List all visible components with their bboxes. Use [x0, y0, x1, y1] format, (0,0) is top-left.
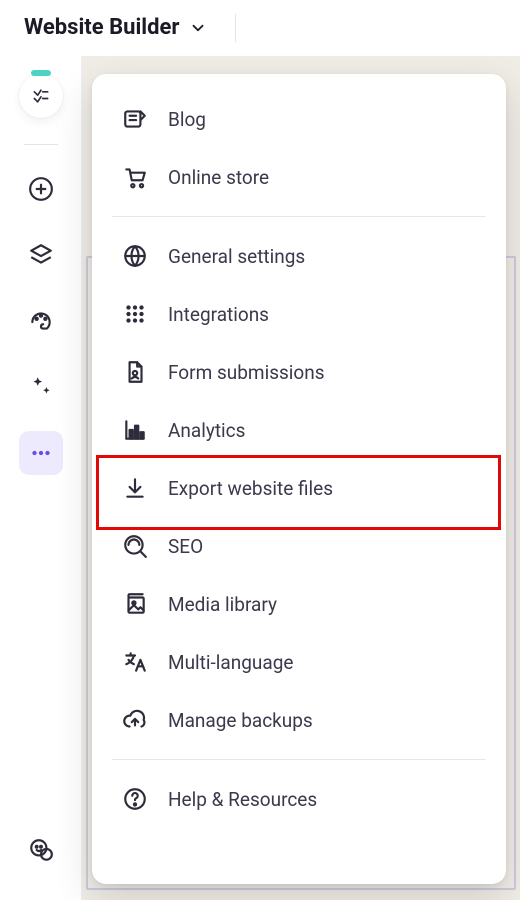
menu-item-label: Form submissions — [168, 361, 325, 384]
menu-item-general-settings[interactable]: General settings — [92, 227, 506, 285]
menu-item-form-submissions[interactable]: Form submissions — [92, 343, 506, 401]
help-icon — [120, 784, 150, 814]
spinner-arc — [31, 70, 51, 76]
styles-button[interactable] — [19, 299, 63, 343]
globe-settings-icon — [120, 241, 150, 271]
menu-item-label: Analytics — [168, 419, 245, 442]
top-bar: Website Builder — [0, 0, 520, 56]
more-horizontal-icon — [28, 440, 54, 466]
menu-item-label: Help & Resources — [168, 788, 317, 811]
menu-item-label: Export website files — [168, 477, 333, 500]
chevron-down-icon[interactable] — [189, 19, 207, 37]
sidebar — [0, 56, 82, 900]
palette-icon — [28, 308, 54, 334]
top-divider — [235, 14, 236, 42]
more-button[interactable] — [19, 431, 63, 475]
translate-icon — [120, 647, 150, 677]
media-icon — [120, 589, 150, 619]
menu-item-help-resources[interactable]: Help & Resources — [92, 770, 506, 828]
menu-item-label: Multi-language — [168, 651, 293, 674]
cart-icon — [120, 162, 150, 192]
menu-divider — [112, 216, 486, 217]
progress-indicator[interactable] — [19, 74, 63, 118]
add-button[interactable] — [19, 167, 63, 211]
menu-item-media-library[interactable]: Media library — [92, 575, 506, 633]
smile-icon — [28, 837, 54, 863]
more-menu-popover: Blog Online store General settings Integ… — [92, 74, 506, 884]
app-title: Website Builder — [24, 15, 179, 40]
layers-icon — [28, 242, 54, 268]
menu-item-analytics[interactable]: Analytics — [92, 401, 506, 459]
seo-icon — [120, 531, 150, 561]
menu-item-online-store[interactable]: Online store — [92, 148, 506, 206]
menu-item-integrations[interactable]: Integrations — [92, 285, 506, 343]
menu-divider — [112, 759, 486, 760]
cloud-backup-icon — [120, 705, 150, 735]
menu-item-label: Online store — [168, 166, 269, 189]
menu-item-label: General settings — [168, 245, 305, 268]
menu-item-export-website-files[interactable]: Export website files — [92, 459, 506, 517]
menu-item-label: Media library — [168, 593, 277, 616]
feedback-button[interactable] — [19, 828, 63, 872]
plus-circle-icon — [28, 176, 54, 202]
form-icon — [120, 357, 150, 387]
menu-item-label: Blog — [168, 108, 206, 131]
menu-item-label: Integrations — [168, 303, 269, 326]
grid-dots-icon — [120, 299, 150, 329]
menu-item-label: Manage backups — [168, 709, 313, 732]
blog-icon — [120, 104, 150, 134]
sidebar-divider — [24, 144, 58, 145]
menu-item-manage-backups[interactable]: Manage backups — [92, 691, 506, 749]
layers-button[interactable] — [19, 233, 63, 277]
chart-icon — [120, 415, 150, 445]
download-icon — [120, 473, 150, 503]
magic-button[interactable] — [19, 365, 63, 409]
sparkles-icon — [28, 374, 54, 400]
menu-item-label: SEO — [168, 535, 203, 558]
menu-item-multi-language[interactable]: Multi-language — [92, 633, 506, 691]
menu-item-seo[interactable]: SEO — [92, 517, 506, 575]
menu-item-blog[interactable]: Blog — [92, 90, 506, 148]
